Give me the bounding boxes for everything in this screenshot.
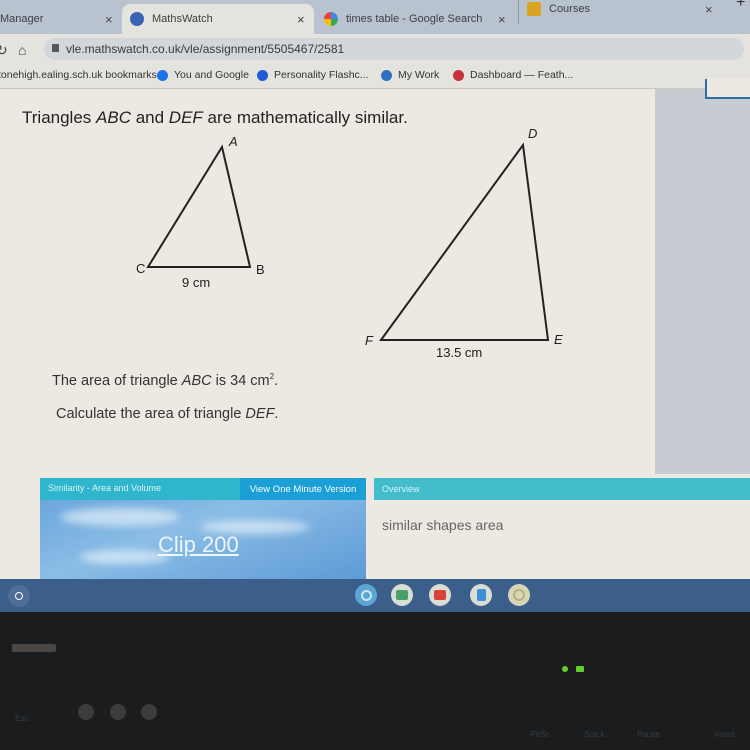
label-f: F — [365, 333, 373, 348]
video-header: Similarity - Area and Volume View One Mi… — [40, 478, 366, 500]
cloud-decoration — [60, 508, 180, 526]
screen: Manager × MathsWatch × times table - Goo… — [0, 0, 750, 612]
clip-link[interactable]: Clip 200 — [158, 532, 239, 558]
keyboard-strip — [12, 644, 56, 652]
bookmark-dashboard[interactable]: Dashboard — Feath... — [453, 69, 573, 81]
key-pause: Pause — [637, 730, 660, 739]
cloud-decoration — [80, 550, 170, 564]
bookmark-label: Dashboard — Feath... — [470, 69, 574, 81]
browser-toolbar: ↻ ⌂ vle.mathswatch.co.uk/vle/assignment/… — [0, 34, 750, 64]
bookmark-personality[interactable]: Personality Flashc... — [257, 69, 369, 81]
battery-led — [576, 666, 584, 672]
new-tab-button[interactable]: + — [736, 0, 745, 12]
side-cb-length: 9 cm — [182, 275, 211, 290]
key-scrlk: ScrLk — [584, 730, 605, 739]
key-esc: Esc — [15, 714, 29, 723]
video-topic: Similarity - Area and Volume — [48, 483, 162, 493]
gear-icon — [157, 69, 168, 81]
triangle-def — [379, 142, 550, 341]
close-tab-icon[interactable]: × — [297, 12, 305, 27]
overview-header: Overview — [374, 478, 750, 500]
question-prompt: Calculate the area of triangle DEF. — [56, 406, 279, 422]
label-b: B — [256, 262, 265, 277]
os-shelf — [0, 579, 750, 612]
tab-google-search[interactable]: times table - Google Search × — [318, 4, 514, 34]
label-e: E — [554, 332, 563, 347]
area-given-text: The area of triangle ABC is 34 cm2. — [52, 372, 279, 389]
close-tab-icon[interactable]: × — [498, 12, 506, 27]
url-text[interactable]: vle.mathswatch.co.uk/vle/assignment/5505… — [66, 42, 344, 56]
key-button — [78, 704, 94, 720]
side-fe-length: 13.5 cm — [436, 345, 483, 360]
tab-strip: Manager × MathsWatch × times table - Goo… — [0, 0, 750, 34]
overview-text: similar shapes area — [382, 517, 504, 533]
tab-label: Courses — [549, 3, 590, 15]
close-tab-icon[interactable]: × — [105, 12, 113, 27]
bookmark-label: Personality Flashc... — [274, 69, 369, 81]
chrome-icon[interactable] — [355, 584, 377, 606]
address-bar[interactable]: vle.mathswatch.co.uk/vle/assignment/5505… — [44, 38, 744, 60]
mathswatch-icon — [381, 69, 392, 81]
quizlet-icon — [257, 69, 268, 81]
bookmark-label: You and Google — [174, 69, 249, 81]
key-prtsc: PrtSc — [530, 730, 550, 739]
bookmark-label: tonehigh.ealing.sch.uk bookmarks — [0, 69, 157, 81]
bookmark-you-and-google[interactable]: You and Google — [157, 69, 249, 81]
classroom-icon[interactable] — [391, 584, 413, 606]
launcher-icon[interactable] — [8, 585, 30, 607]
laptop-keyboard: Esc PrtSc ScrLk Pause Insert — [0, 612, 750, 750]
video-thumbnail[interactable]: Clip 200 — [40, 500, 366, 580]
label-d: D — [528, 126, 538, 141]
lock-icon — [52, 44, 59, 52]
label-a: A — [229, 134, 238, 149]
home-icon[interactable]: ⌂ — [18, 42, 26, 58]
tab-label: MathsWatch — [152, 13, 213, 25]
key-insert: Insert — [715, 730, 736, 739]
key-button — [110, 704, 126, 720]
close-tab-icon[interactable]: × — [705, 2, 713, 17]
power-led — [562, 666, 568, 672]
settings-icon[interactable] — [508, 584, 530, 606]
bookmarks-bar: tonehigh.ealing.sch.uk bookmarks You and… — [0, 64, 750, 89]
triangle-abc — [146, 144, 252, 268]
tab-manager[interactable]: Manager × — [0, 4, 118, 34]
bookmark-label: My Work — [398, 69, 440, 81]
reload-icon[interactable]: ↻ — [0, 42, 8, 59]
tab-mathswatch[interactable]: MathsWatch × — [122, 4, 314, 34]
youtube-icon[interactable] — [429, 584, 451, 606]
classroom-icon — [527, 2, 541, 16]
files-icon[interactable] — [470, 584, 492, 606]
one-minute-version-button[interactable]: View One Minute Version — [240, 478, 366, 500]
tab-courses[interactable]: Courses × — [518, 0, 729, 24]
label-c: C — [136, 261, 146, 276]
tab-label: Manager — [0, 13, 44, 25]
tab-label: times table - Google Search — [346, 13, 483, 25]
mathswatch-icon — [130, 12, 144, 26]
key-button — [141, 704, 157, 720]
overview-title: Overview — [382, 484, 420, 494]
bookmark-my-work[interactable]: My Work — [381, 69, 439, 81]
google-icon — [324, 12, 338, 26]
triangles-diagram — [146, 142, 550, 341]
bookmark-school[interactable]: tonehigh.ealing.sch.uk bookmarks — [0, 69, 157, 81]
page-content: Triangles ABC and DEF are mathematically… — [0, 79, 750, 580]
dashboard-icon — [453, 69, 464, 81]
